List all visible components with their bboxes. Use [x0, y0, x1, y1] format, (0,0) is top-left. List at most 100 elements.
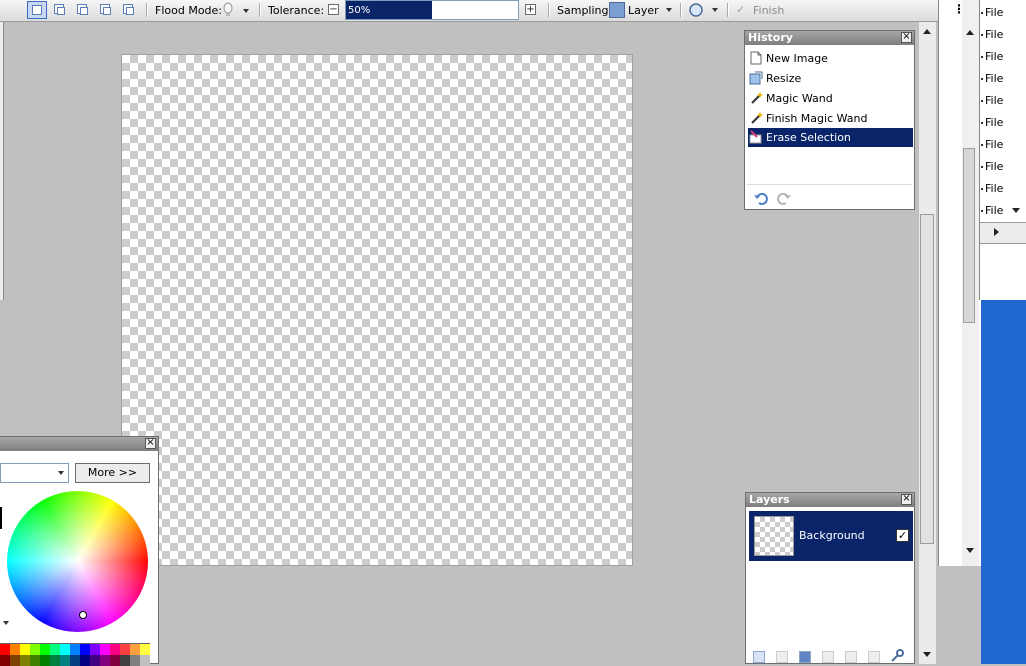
palette-swatch[interactable] — [20, 655, 30, 666]
tolerance-label: Tolerance: — [268, 4, 325, 17]
history-item-erase-selection[interactable]: Erase Selection — [748, 128, 913, 147]
history-item-magic-wand[interactable]: Magic Wand — [748, 89, 913, 108]
palette-swatch[interactable] — [90, 644, 100, 655]
layer-visibility-checkbox[interactable]: ✓ — [896, 529, 909, 542]
palette-swatch[interactable] — [70, 655, 80, 666]
tools-window-edge — [0, 22, 4, 300]
scroll-up-icon[interactable] — [923, 29, 931, 34]
file-list-item[interactable]: File — [981, 182, 1003, 195]
palette-swatch[interactable] — [110, 644, 120, 655]
file-list-item[interactable]: File — [981, 6, 1003, 19]
palette-swatch[interactable] — [10, 644, 20, 655]
selection-mode-union-button[interactable] — [50, 1, 70, 19]
palette-swatch[interactable] — [140, 655, 150, 666]
primary-color-edge — [0, 507, 2, 529]
selection-mode-exclude-button[interactable] — [73, 1, 93, 19]
file-list-item-label: File — [985, 204, 1004, 217]
scroll-down-icon[interactable] — [1012, 208, 1020, 213]
palette-swatch[interactable] — [70, 644, 80, 655]
palette-swatch[interactable] — [0, 655, 10, 666]
flood-mode-dropdown[interactable] — [219, 1, 251, 19]
history-item-new-image[interactable]: New Image — [748, 49, 913, 68]
desktop-background — [981, 300, 1026, 664]
palette-swatch[interactable] — [30, 644, 40, 655]
palette-swatch[interactable] — [80, 644, 90, 655]
history-item-finish-magic-wand[interactable]: Finish Magic Wand — [748, 109, 913, 128]
resize-icon — [749, 71, 763, 85]
palette-swatch[interactable] — [40, 655, 50, 666]
selection-mode-replace-button[interactable] — [27, 1, 47, 19]
file-list-item[interactable]: File — [981, 138, 1003, 151]
palette-swatch[interactable] — [140, 644, 150, 655]
move-layer-up-icon[interactable] — [845, 651, 857, 663]
chevron-down-icon — [243, 9, 249, 13]
scroll-up-icon[interactable] — [966, 30, 974, 35]
scroll-down-icon[interactable] — [923, 652, 931, 657]
add-layer-icon[interactable] — [753, 651, 765, 663]
history-item-resize[interactable]: Resize — [748, 69, 913, 88]
selection-mode-invert-button[interactable] — [119, 1, 139, 19]
palette-swatch[interactable] — [130, 655, 140, 666]
layer-row-background[interactable]: Background ✓ — [749, 511, 913, 561]
tolerance-slider[interactable]: 50% — [345, 0, 519, 20]
duplicate-layer-icon[interactable] — [799, 651, 811, 663]
tolerance-increase-button[interactable]: + — [525, 4, 536, 15]
background-window-scrollbar[interactable] — [962, 0, 979, 566]
palette-swatch[interactable] — [60, 655, 70, 666]
palette-swatch[interactable] — [100, 644, 110, 655]
file-list-item[interactable]: File — [981, 94, 1003, 107]
sampling-dropdown[interactable]: Layer — [607, 0, 677, 20]
redo-icon[interactable] — [776, 191, 792, 205]
finish-button[interactable]: ✓ Finish — [733, 0, 793, 20]
palette-swatch[interactable] — [110, 655, 120, 666]
undo-icon[interactable] — [753, 191, 769, 205]
more-colors-button[interactable]: More >> — [75, 463, 150, 483]
colors-close-button[interactable]: × — [145, 438, 156, 449]
scroll-right-icon[interactable] — [994, 228, 999, 236]
layer-sampling-icon — [609, 2, 625, 18]
history-item-label: Erase Selection — [766, 131, 851, 144]
canvas-vertical-scrollbar[interactable] — [918, 22, 936, 664]
scrollbar-thumb[interactable] — [920, 214, 934, 544]
palette-swatch[interactable] — [90, 655, 100, 666]
palette-swatch[interactable] — [30, 655, 40, 666]
palette-swatch[interactable] — [0, 644, 10, 655]
image-canvas[interactable] — [121, 54, 633, 566]
palette-swatch[interactable] — [50, 644, 60, 655]
palette-swatch[interactable] — [10, 655, 20, 666]
palette-swatch[interactable] — [100, 655, 110, 666]
file-list-scrollbar[interactable] — [980, 222, 1026, 244]
move-layer-down-icon[interactable] — [868, 651, 880, 663]
palette-swatch[interactable] — [60, 644, 70, 655]
merge-layer-icon[interactable] — [822, 651, 834, 663]
palette-swatch[interactable] — [120, 655, 130, 666]
palette-swatch[interactable] — [80, 655, 90, 666]
color-wheel-cursor[interactable] — [79, 611, 87, 619]
scrollbar-thumb[interactable] — [963, 148, 975, 323]
palette-swatch[interactable] — [50, 655, 60, 666]
antialiasing-dropdown[interactable] — [686, 0, 722, 20]
file-list-item[interactable]: File — [981, 204, 1004, 217]
palette-swatch[interactable] — [40, 644, 50, 655]
file-list-item[interactable]: File — [981, 50, 1004, 63]
selection-mode-intersect-button[interactable] — [96, 1, 116, 19]
color-palette[interactable] — [0, 643, 150, 666]
delete-layer-icon[interactable] — [776, 651, 788, 663]
file-list-item-label: File — [985, 28, 1004, 41]
history-close-button[interactable]: × — [901, 32, 912, 43]
file-list-item[interactable]: File — [981, 28, 1004, 41]
palette-swatch[interactable] — [20, 644, 30, 655]
color-target-dropdown[interactable] — [0, 463, 69, 483]
palette-swatch[interactable] — [120, 644, 130, 655]
more-options-icon[interactable]: ⋮ — [953, 2, 965, 16]
scroll-down-icon[interactable] — [966, 548, 974, 553]
layers-close-button[interactable]: × — [901, 494, 912, 505]
tolerance-decrease-button[interactable]: − — [328, 4, 339, 15]
file-list-item[interactable]: File — [981, 72, 1003, 85]
file-list-item[interactable]: File — [981, 116, 1003, 129]
palette-swatch[interactable] — [130, 644, 140, 655]
file-list-item[interactable]: File — [981, 160, 1003, 173]
color-wheel[interactable] — [7, 491, 148, 632]
layer-properties-icon[interactable] — [890, 649, 904, 663]
file-list-item-label: File — [985, 50, 1004, 63]
